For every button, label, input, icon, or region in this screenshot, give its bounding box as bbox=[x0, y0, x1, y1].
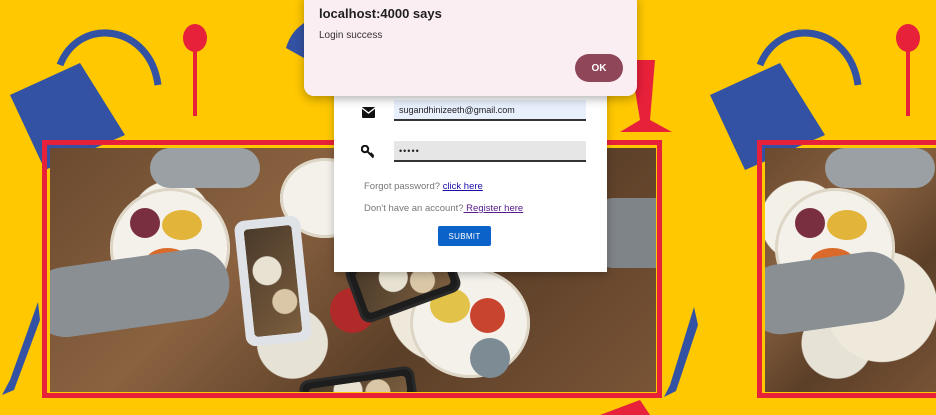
background-tile-repeat bbox=[700, 0, 936, 415]
key-icon bbox=[360, 144, 376, 160]
forgot-password-text: Forgot password? bbox=[364, 181, 441, 192]
envelope-icon bbox=[360, 104, 376, 120]
red-spoon-illustration bbox=[183, 24, 207, 116]
red-corner-illustration bbox=[600, 400, 650, 415]
register-link[interactable]: Register here bbox=[464, 203, 523, 214]
submit-button[interactable]: SUBMIT bbox=[438, 226, 491, 246]
food-photo bbox=[765, 148, 936, 392]
forgot-password-link[interactable]: click here bbox=[443, 181, 483, 192]
password-row bbox=[360, 144, 376, 160]
register-text: Don't have an account? bbox=[364, 203, 464, 214]
blue-fork-illustration bbox=[664, 307, 698, 397]
ok-button[interactable]: OK bbox=[575, 54, 623, 82]
forgot-password-line: Forgot password? click here bbox=[364, 181, 483, 192]
email-row bbox=[360, 104, 376, 120]
alert-dialog: localhost:4000 says Login success OK bbox=[304, 0, 637, 96]
blue-knife-illustration bbox=[2, 302, 40, 395]
password-field[interactable] bbox=[394, 141, 586, 162]
dialog-title: localhost:4000 says bbox=[319, 6, 442, 21]
red-spoon-illustration bbox=[896, 24, 920, 116]
email-field[interactable] bbox=[394, 100, 586, 121]
dialog-message: Login success bbox=[319, 30, 383, 41]
register-line: Don't have an account? Register here bbox=[364, 203, 523, 214]
